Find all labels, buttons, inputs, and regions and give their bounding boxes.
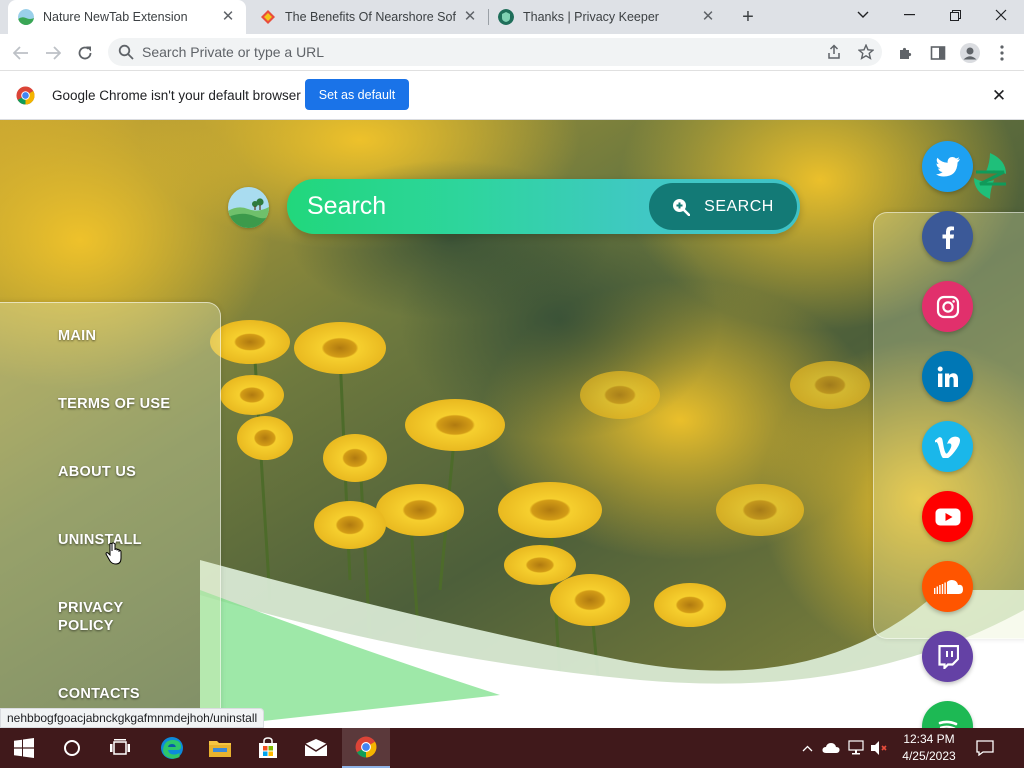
tab-search-chevron-icon[interactable] bbox=[840, 0, 886, 30]
close-infobar-icon[interactable]: ✕ bbox=[988, 85, 1010, 107]
instagram-button[interactable] bbox=[922, 281, 973, 332]
privacy-keeper-favicon-icon bbox=[498, 9, 514, 25]
youtube-icon bbox=[935, 508, 960, 525]
reload-icon[interactable] bbox=[72, 40, 98, 66]
search-icon bbox=[118, 44, 134, 60]
linkedin-button[interactable] bbox=[922, 351, 973, 402]
search-plus-icon bbox=[673, 198, 691, 216]
twitch-icon bbox=[937, 644, 959, 669]
network-icon[interactable] bbox=[845, 728, 867, 768]
cortana-search-icon[interactable] bbox=[48, 728, 96, 768]
minimize-icon[interactable] bbox=[886, 0, 932, 30]
clock-time: 12:34 PM bbox=[903, 732, 955, 746]
search-button[interactable]: SEARCH bbox=[649, 183, 797, 230]
onedrive-cloud-icon[interactable] bbox=[820, 728, 842, 768]
mail-icon[interactable] bbox=[292, 728, 340, 768]
close-tab-icon[interactable]: ✕ bbox=[462, 9, 478, 25]
search-input[interactable] bbox=[307, 190, 637, 222]
brand-leaf-icon bbox=[974, 153, 1006, 199]
status-url-bar: nehbbogfgoacjabnckgkgafmnmdejhoh/uninsta… bbox=[0, 708, 265, 728]
edge-browser-icon[interactable] bbox=[148, 728, 196, 768]
chrome-taskbar-icon[interactable] bbox=[342, 728, 390, 768]
instagram-icon bbox=[936, 295, 959, 318]
vimeo-button[interactable] bbox=[922, 421, 973, 472]
tab-nature-newtab[interactable]: Nature NewTab Extension ✕ bbox=[8, 0, 246, 34]
twitter-icon bbox=[935, 156, 960, 176]
menu-item-main[interactable]: MAIN bbox=[58, 327, 178, 345]
side-menu bbox=[0, 302, 221, 728]
nature-landscape-icon bbox=[228, 187, 269, 228]
facebook-button[interactable] bbox=[922, 211, 973, 262]
nearshore-favicon-icon bbox=[261, 10, 275, 24]
hand-cursor-icon bbox=[105, 542, 122, 565]
tray-chevron-up-icon[interactable] bbox=[798, 728, 816, 768]
tab-strip: Nature NewTab Extension ✕ The Benefits O… bbox=[0, 0, 1024, 34]
youtube-button[interactable] bbox=[922, 491, 973, 542]
search-button-label: SEARCH bbox=[704, 197, 774, 215]
linkedin-icon bbox=[937, 366, 958, 387]
search-bar: SEARCH bbox=[287, 179, 800, 234]
menu-item-about-us[interactable]: ABOUT US bbox=[58, 463, 178, 481]
nature-logo[interactable] bbox=[228, 187, 269, 228]
close-tab-icon[interactable]: ✕ bbox=[220, 9, 236, 25]
close-window-icon[interactable] bbox=[978, 0, 1024, 30]
vimeo-icon bbox=[934, 436, 960, 458]
windows-start-icon[interactable] bbox=[0, 728, 48, 768]
file-explorer-icon[interactable] bbox=[196, 728, 244, 768]
back-arrow-icon[interactable] bbox=[8, 40, 34, 66]
twitter-button[interactable] bbox=[922, 141, 973, 192]
task-view-icon[interactable] bbox=[96, 728, 144, 768]
clock-date: 4/25/2023 bbox=[902, 749, 956, 763]
chrome-logo-icon bbox=[16, 86, 35, 105]
browser-toolbar bbox=[0, 34, 1024, 71]
share-icon[interactable] bbox=[821, 38, 847, 66]
extensions-puzzle-icon[interactable] bbox=[893, 40, 919, 66]
facebook-icon bbox=[942, 225, 954, 249]
default-browser-infobar: Google Chrome isn't your default browser… bbox=[0, 71, 1024, 120]
soundcloud-icon bbox=[933, 579, 963, 594]
close-tab-icon[interactable]: ✕ bbox=[700, 9, 716, 25]
spotify-icon bbox=[938, 720, 957, 728]
system-clock[interactable]: 12:34 PM 4/25/2023 bbox=[893, 731, 965, 765]
side-panel-icon[interactable] bbox=[925, 40, 951, 66]
soundcloud-button[interactable] bbox=[922, 561, 973, 612]
new-tab-plus-icon[interactable]: + bbox=[737, 6, 759, 28]
windows-taskbar: 12:34 PM 4/25/2023 bbox=[0, 728, 1024, 768]
tab-title: Nature NewTab Extension bbox=[43, 10, 188, 24]
twitch-button[interactable] bbox=[922, 631, 973, 682]
bookmark-star-icon[interactable] bbox=[853, 38, 879, 66]
restore-icon[interactable] bbox=[932, 0, 978, 30]
volume-muted-icon[interactable] bbox=[868, 728, 890, 768]
menu-item-contacts[interactable]: CONTACTS bbox=[58, 685, 178, 703]
menu-item-privacy-policy[interactable]: PRIVACY POLICY bbox=[58, 599, 148, 635]
tab-title: Thanks | Privacy Keeper bbox=[523, 10, 659, 24]
omnibox-input[interactable] bbox=[142, 44, 742, 60]
infobar-message: Google Chrome isn't your default browser bbox=[52, 88, 301, 103]
set-as-default-button[interactable]: Set as default bbox=[305, 79, 409, 110]
newtab-page: SEARCH MAIN TERMS OF USE ABOUT US UNINST… bbox=[0, 120, 1024, 728]
profile-avatar-icon[interactable] bbox=[957, 40, 983, 66]
nature-favicon-icon bbox=[18, 9, 34, 25]
forward-arrow-icon[interactable] bbox=[40, 40, 66, 66]
kebab-menu-icon[interactable] bbox=[989, 40, 1015, 66]
omnibox[interactable] bbox=[108, 38, 882, 66]
notification-center-icon[interactable] bbox=[974, 728, 996, 768]
tab-nearshore[interactable]: The Benefits Of Nearshore Softw ✕ bbox=[250, 0, 488, 34]
tab-privacy-keeper[interactable]: Thanks | Privacy Keeper ✕ bbox=[488, 0, 726, 34]
microsoft-store-icon[interactable] bbox=[244, 728, 292, 768]
menu-item-terms-of-use[interactable]: TERMS OF USE bbox=[58, 395, 178, 413]
tab-title: The Benefits Of Nearshore Softw bbox=[285, 10, 456, 24]
